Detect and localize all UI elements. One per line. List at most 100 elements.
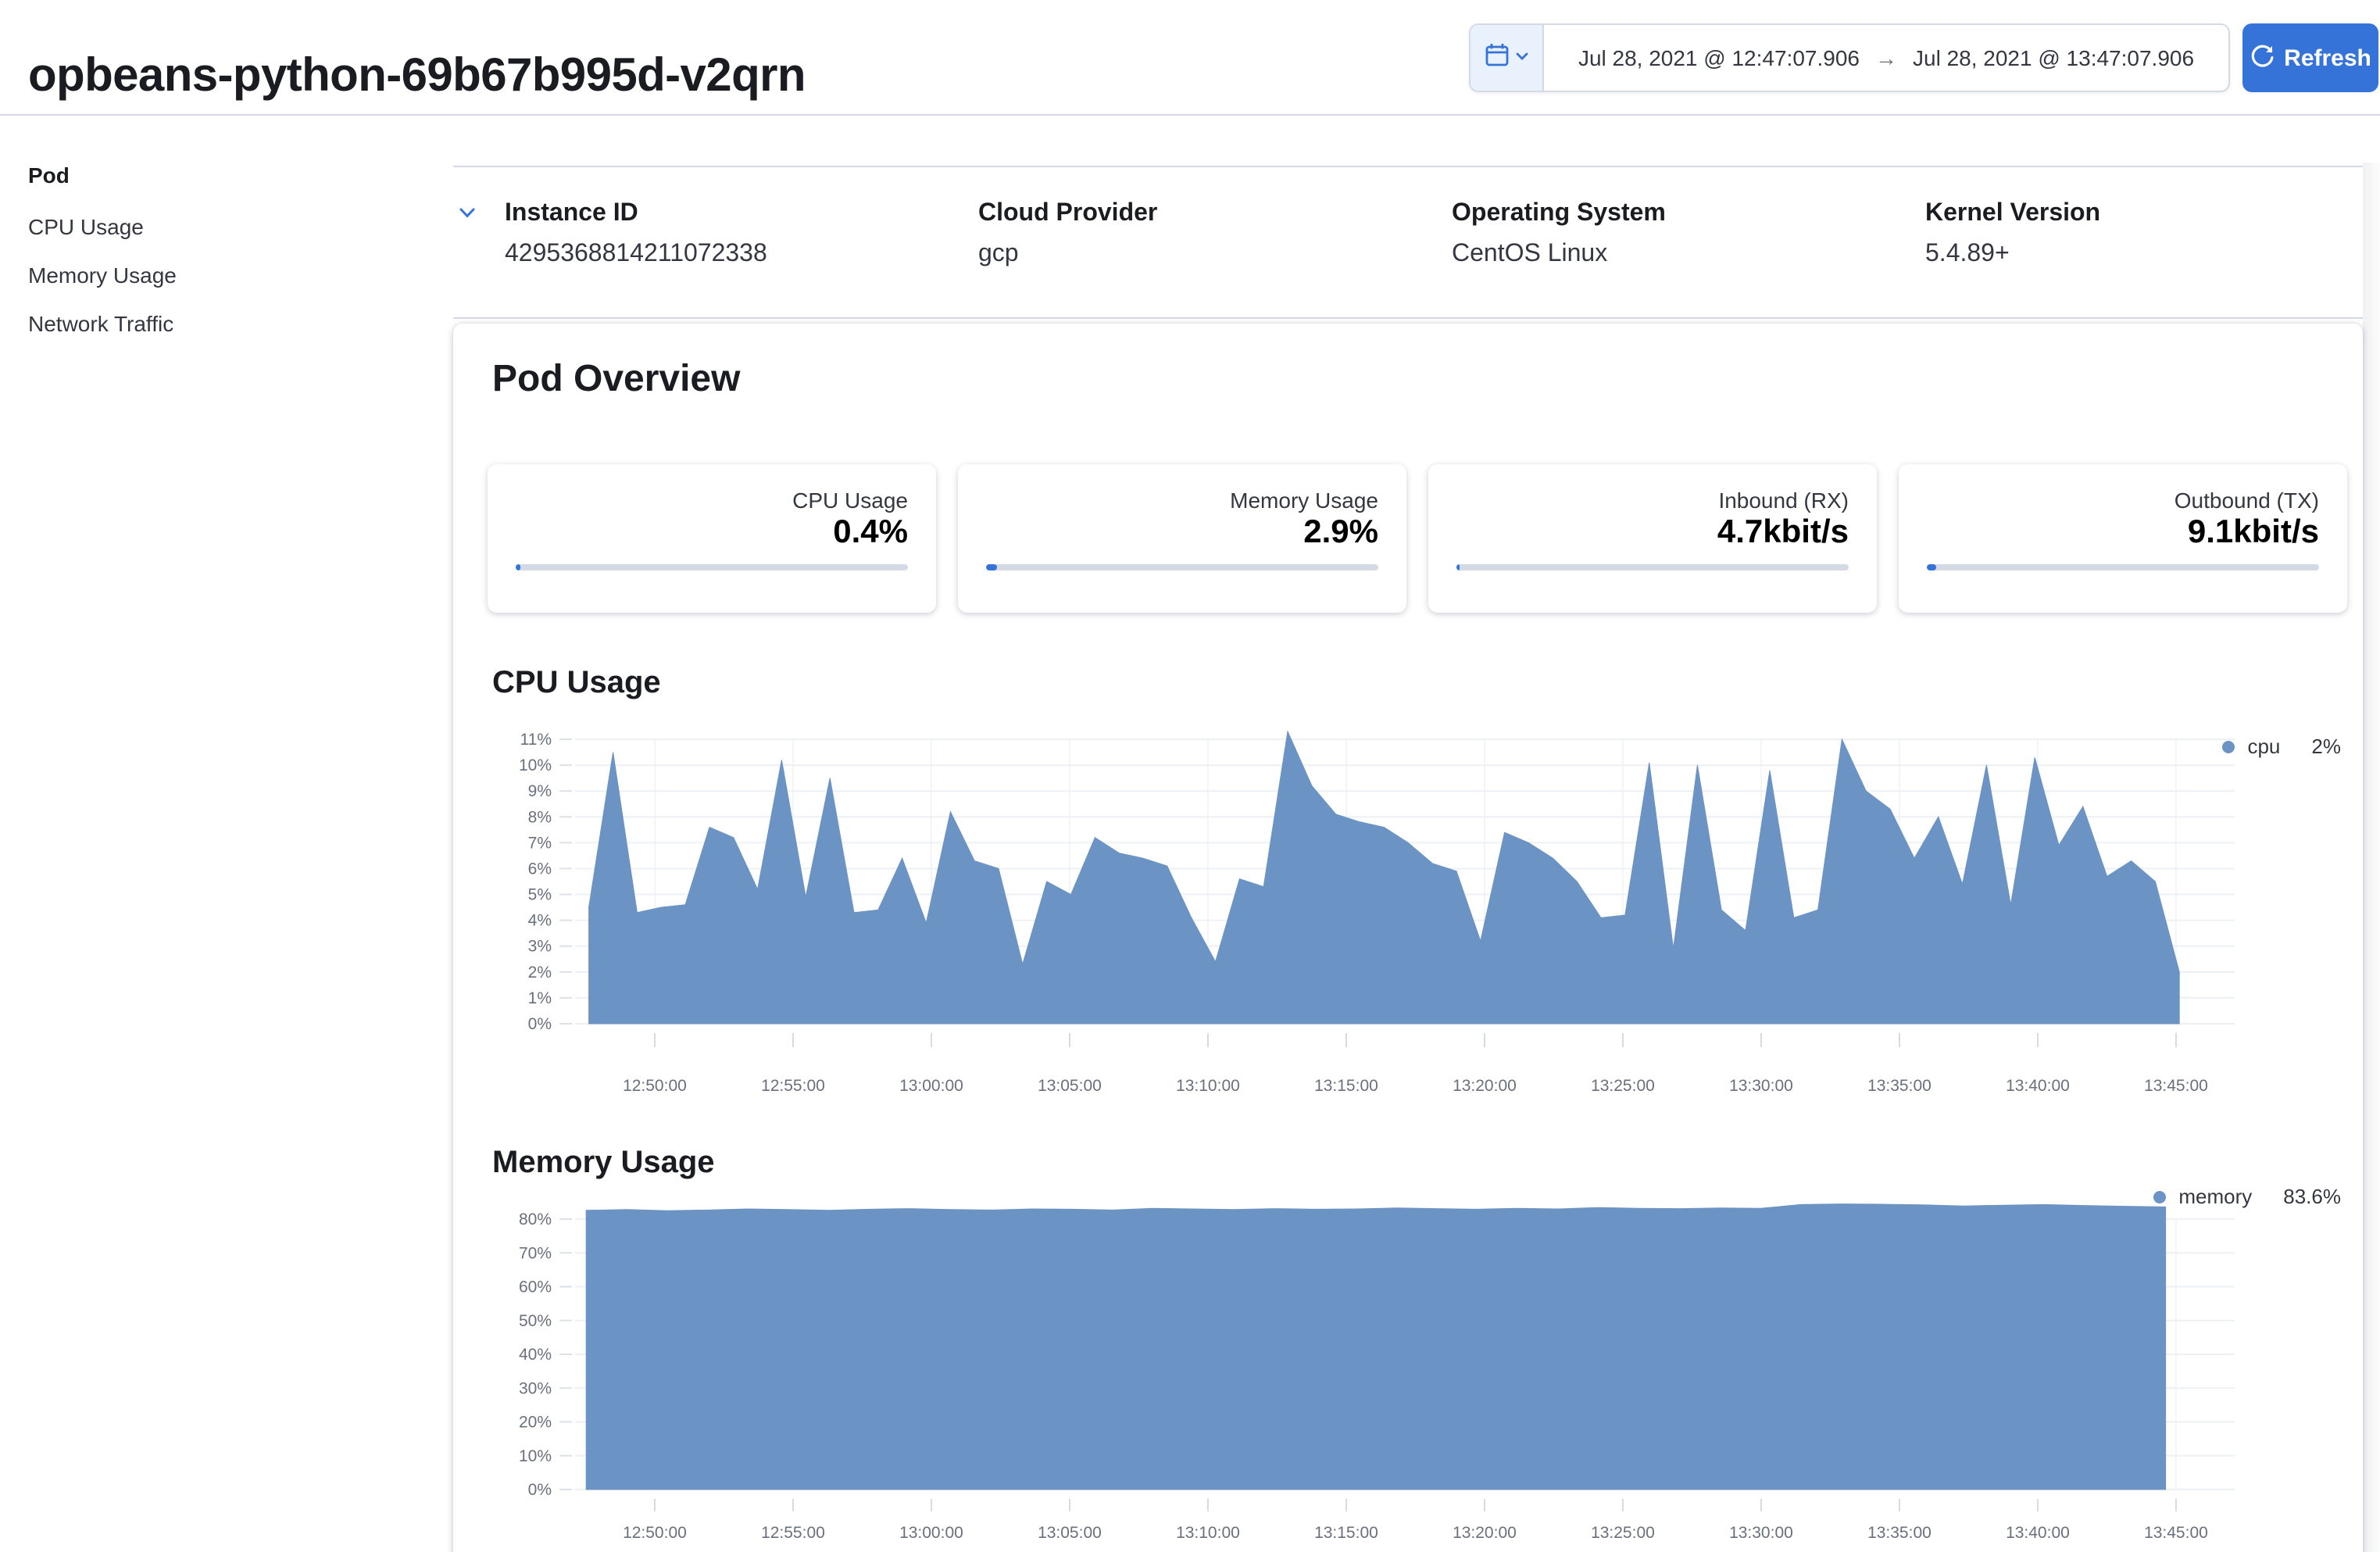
metric-card-cpu-usage: CPU Usage 0.4% xyxy=(488,464,936,613)
refresh-button[interactable]: Refresh xyxy=(2242,23,2378,92)
y-axis-tick-label: 11% xyxy=(520,731,552,749)
x-axis-tick-label: 13:15:00 xyxy=(1314,1524,1378,1542)
y-axis-tick-label: 7% xyxy=(528,834,552,852)
x-axis-tick-label: 13:40:00 xyxy=(2006,1077,2070,1095)
metadata-label: Instance ID xyxy=(505,200,958,228)
y-axis-tick-label: 0% xyxy=(528,1481,552,1499)
date-picker-quick-menu-button[interactable] xyxy=(1471,25,1544,91)
x-axis-tick-label: 13:30:00 xyxy=(1729,1524,1793,1542)
metric-card-label: Outbound (TX) xyxy=(1927,488,2319,513)
metadata-label: Operating System xyxy=(1452,200,1905,228)
metadata-field-kernel-version: Kernel Version 5.4.89+ xyxy=(1925,200,2378,269)
x-axis-tick-label: 13:10:00 xyxy=(1176,1524,1240,1542)
cpu-usage-chart[interactable]: cpu 2% 12:50:0012:55:0013:00:0013:05:001… xyxy=(453,722,2363,1107)
memory-usage-chart[interactable]: memory 83.6% 12:50:0012:55:0013:00:0013:… xyxy=(453,1169,2363,1552)
cpu-area-series xyxy=(589,731,2180,1024)
y-axis-tick-label: 20% xyxy=(519,1414,552,1432)
metric-card-outbound-tx: Outbound (TX) 9.1kbit/s xyxy=(1899,464,2347,613)
date-range-start[interactable]: Jul 28, 2021 @ 12:47:07.906 xyxy=(1578,45,1860,70)
y-axis-tick-label: 60% xyxy=(519,1278,552,1296)
refresh-label: Refresh xyxy=(2284,45,2371,71)
metric-progress-fill xyxy=(516,564,521,570)
x-axis-tick-label: 13:35:00 xyxy=(1867,1524,1932,1542)
x-axis-tick-label: 12:50:00 xyxy=(623,1077,687,1095)
metadata-label: Kernel Version xyxy=(1925,200,2378,228)
x-axis-tick-label: 13:45:00 xyxy=(2144,1077,2208,1095)
refresh-icon xyxy=(2250,43,2273,73)
chevron-down-icon xyxy=(1513,44,1529,72)
cpu-section-title: CPU Usage xyxy=(492,666,661,702)
y-axis-tick-label: 2% xyxy=(528,964,552,982)
y-axis-tick-label: 10% xyxy=(519,756,552,774)
metadata-top-border xyxy=(453,166,2363,167)
sidebar-item-network-traffic[interactable]: Network Traffic xyxy=(28,311,403,336)
y-axis-tick-label: 6% xyxy=(528,860,552,878)
x-axis-tick-label: 13:05:00 xyxy=(1038,1077,1102,1095)
metric-progress-fill xyxy=(1927,564,1936,570)
x-axis-tick-label: 13:20:00 xyxy=(1453,1077,1517,1095)
sidebar-item-cpu-usage[interactable]: CPU Usage xyxy=(28,214,403,239)
y-axis-tick-label: 70% xyxy=(519,1244,552,1262)
y-axis-tick-label: 0% xyxy=(528,1015,552,1033)
page-title: opbeans-python-69b67b995d-v2qrn xyxy=(28,50,806,103)
header-divider xyxy=(0,114,2380,116)
y-axis-tick-label: 3% xyxy=(528,938,552,956)
x-axis-tick-label: 13:25:00 xyxy=(1591,1524,1655,1542)
metadata-value: CentOS Linux xyxy=(1452,241,1905,269)
metadata-value: 4295368814211072338 xyxy=(505,241,958,269)
y-axis-tick-label: 50% xyxy=(519,1312,552,1330)
x-axis-tick-label: 13:05:00 xyxy=(1038,1524,1102,1542)
x-axis-tick-label: 13:15:00 xyxy=(1314,1077,1378,1095)
metadata-value: 5.4.89+ xyxy=(1925,241,2378,269)
metadata-label: Cloud Provider xyxy=(978,200,1431,228)
metadata-bottom-border xyxy=(453,317,2363,319)
metric-progress-track xyxy=(1456,564,1849,570)
sidebar: Pod CPU Usage Memory Usage Network Traff… xyxy=(28,163,403,359)
x-axis-tick-label: 13:00:00 xyxy=(899,1524,963,1542)
panel-edge-shadow xyxy=(2363,163,2380,1552)
y-axis-tick-label: 30% xyxy=(519,1379,552,1397)
metric-progress-fill xyxy=(1456,564,1460,570)
y-axis-tick-label: 80% xyxy=(519,1210,552,1228)
metric-progress-track xyxy=(986,564,1378,570)
pod-detail-page: opbeans-python-69b67b995d-v2qrn Jul 28, … xyxy=(0,0,2380,1552)
x-axis-tick-label: 13:00:00 xyxy=(899,1077,963,1095)
x-axis-tick-label: 13:45:00 xyxy=(2144,1524,2208,1542)
x-axis-tick-label: 12:55:00 xyxy=(761,1077,825,1095)
pod-overview-title: Pod Overview xyxy=(492,358,740,402)
metric-card-value: 2.9% xyxy=(986,514,1378,552)
sidebar-item-memory-usage[interactable]: Memory Usage xyxy=(28,263,403,288)
metadata-value: gcp xyxy=(978,241,1431,269)
calendar-icon xyxy=(1484,41,1509,74)
x-axis-tick-label: 13:25:00 xyxy=(1591,1077,1655,1095)
metric-card-value: 4.7kbit/s xyxy=(1456,514,1849,552)
date-range-end[interactable]: Jul 28, 2021 @ 13:47:07.906 xyxy=(1913,45,2194,70)
x-axis-tick-label: 13:35:00 xyxy=(1867,1077,1932,1095)
metric-card-value: 0.4% xyxy=(516,514,908,552)
metric-card-label: CPU Usage xyxy=(516,488,908,513)
metric-cards-row: CPU Usage 0.4% Memory Usage 2.9% Inbound… xyxy=(488,464,2347,613)
memory-area-series xyxy=(586,1204,2165,1489)
metadata-collapse-chevron-down-icon[interactable] xyxy=(456,202,478,231)
metric-progress-track xyxy=(1927,564,2319,570)
metric-card-label: Inbound (RX) xyxy=(1456,488,1849,513)
metric-card-memory-usage: Memory Usage 2.9% xyxy=(958,464,1406,613)
metric-card-label: Memory Usage xyxy=(986,488,1378,513)
metadata-field-operating-system: Operating System CentOS Linux xyxy=(1452,200,1905,269)
date-range-arrow-icon: → xyxy=(1875,45,1897,70)
x-axis-tick-label: 13:20:00 xyxy=(1453,1524,1517,1542)
x-axis-tick-label: 13:40:00 xyxy=(2006,1524,2070,1542)
x-axis-tick-label: 13:30:00 xyxy=(1729,1077,1793,1095)
metric-card-value: 9.1kbit/s xyxy=(1927,514,2319,552)
metadata-field-cloud-provider: Cloud Provider gcp xyxy=(978,200,1431,269)
metadata-field-instance-id: Instance ID 4295368814211072338 xyxy=(505,200,958,269)
y-axis-tick-label: 40% xyxy=(519,1346,552,1364)
date-picker[interactable]: Jul 28, 2021 @ 12:47:07.906 → Jul 28, 20… xyxy=(1469,23,2230,92)
y-axis-tick-label: 1% xyxy=(528,989,552,1007)
y-axis-tick-label: 9% xyxy=(528,782,552,800)
memory-chart-canvas: 12:50:0012:55:0013:00:0013:05:0013:10:00… xyxy=(453,1169,2363,1552)
metric-progress-fill xyxy=(986,564,997,570)
y-axis-tick-label: 5% xyxy=(528,886,552,904)
sidebar-heading: Pod xyxy=(28,163,403,188)
metric-progress-track xyxy=(516,564,908,570)
